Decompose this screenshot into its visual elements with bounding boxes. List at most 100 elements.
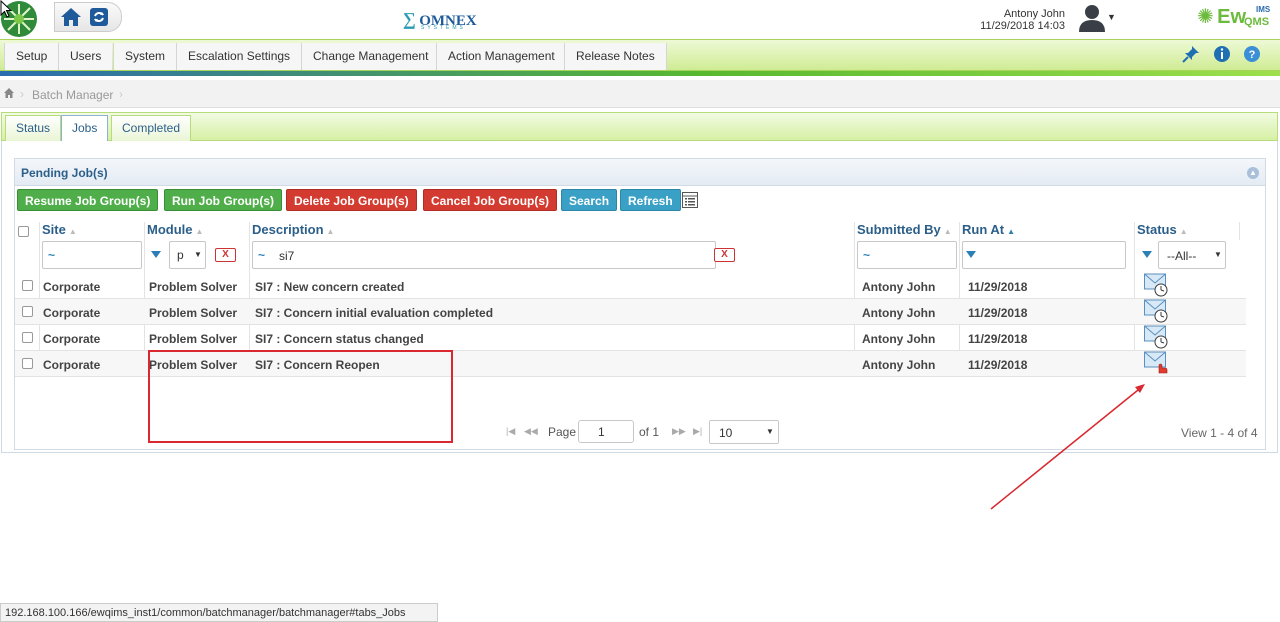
page-label: Page xyxy=(548,425,577,439)
tab-jobs[interactable]: Jobs xyxy=(61,115,109,141)
select-all-checkbox[interactable] xyxy=(18,226,29,237)
module-filter-select[interactable]: p ▼ xyxy=(169,241,206,269)
cell-site: Corporate xyxy=(43,306,101,320)
column-header-submitted-by[interactable]: Submitted By ▲ xyxy=(857,222,952,240)
status-filter-funnel-icon[interactable] xyxy=(1142,251,1152,258)
user-info: Antony John 11/29/2018 14:03 xyxy=(960,8,1065,32)
cell-run-at: 11/29/2018 xyxy=(968,306,1028,320)
pin-icon[interactable] xyxy=(1182,45,1200,63)
cancel-job-group-button[interactable]: Cancel Job Group(s) xyxy=(423,189,558,211)
run-at-filter-input[interactable] xyxy=(962,241,1126,269)
last-page-icon[interactable]: ▶| xyxy=(693,426,702,437)
menu-system[interactable]: System xyxy=(113,43,177,70)
description-filter-value: si7 xyxy=(279,249,295,263)
refresh-button[interactable]: Refresh xyxy=(620,189,681,211)
column-chooser-icon[interactable] xyxy=(682,192,698,211)
chevron-down-icon: ▼ xyxy=(194,250,202,259)
menu-action-management[interactable]: Action Management xyxy=(436,43,566,70)
scheduled-mail-icon[interactable] xyxy=(1144,325,1168,349)
column-header-run-at-label: Run At xyxy=(962,222,1005,237)
module-filter-value: p xyxy=(177,248,184,262)
row-checkbox[interactable] xyxy=(22,358,33,369)
menu-users[interactable]: Users xyxy=(58,43,113,70)
breadcrumb-home-icon[interactable] xyxy=(3,87,15,102)
delete-job-group-button[interactable]: Delete Job Group(s) xyxy=(286,189,417,211)
module-filter-clear-button[interactable]: X xyxy=(215,248,236,262)
scheduled-mail-icon[interactable] xyxy=(1144,351,1168,375)
menu-change-management[interactable]: Change Management xyxy=(301,43,440,70)
table-row[interactable]: Corporate Problem Solver SI7 : Concern i… xyxy=(15,299,1246,325)
row-checkbox[interactable] xyxy=(22,280,33,291)
column-header-description-label: Description xyxy=(252,222,324,237)
next-page-icon[interactable]: ▶▶ xyxy=(672,426,686,437)
refresh-icon[interactable] xyxy=(89,7,109,30)
column-divider xyxy=(1239,222,1240,240)
filter-operator: ~ xyxy=(258,248,266,262)
scheduled-mail-icon[interactable] xyxy=(1144,299,1168,323)
prev-page-icon[interactable]: ◀◀ xyxy=(524,426,538,437)
menu-release-notes[interactable]: Release Notes xyxy=(564,43,667,70)
tabs-bar: Status Jobs Completed xyxy=(1,112,1278,141)
submitted-by-filter-input[interactable]: ~ xyxy=(857,241,957,269)
cell-site: Corporate xyxy=(43,358,101,372)
collapse-icon[interactable]: ▲ xyxy=(1247,167,1259,179)
column-header-run-at[interactable]: Run At ▲ xyxy=(962,222,1015,240)
row-checkbox[interactable] xyxy=(22,306,33,317)
rows-per-page-value: 10 xyxy=(719,426,733,440)
user-avatar-icon[interactable] xyxy=(1078,2,1106,32)
filter-operator: ~ xyxy=(48,248,56,262)
description-filter-clear-button[interactable]: X xyxy=(714,248,735,262)
first-page-icon[interactable]: |◀ xyxy=(506,426,515,437)
cell-submitted-by: Antony John xyxy=(862,358,936,372)
info-icon[interactable] xyxy=(1213,45,1231,63)
page-count-label: of 1 xyxy=(639,425,660,439)
svg-text:?: ? xyxy=(1249,49,1256,61)
tab-completed[interactable]: Completed xyxy=(111,115,192,141)
page-number-input[interactable]: 1 xyxy=(578,420,634,443)
search-button[interactable]: Search xyxy=(561,189,618,211)
table-row[interactable]: Corporate Problem Solver SI7 : New conce… xyxy=(15,273,1246,299)
breadcrumb-separator: › xyxy=(20,87,24,101)
module-filter-funnel-icon[interactable] xyxy=(151,251,161,258)
status-filter-select[interactable]: --All-- ▼ xyxy=(1158,241,1226,269)
column-header-module-label: Module xyxy=(147,222,193,237)
tab-status[interactable]: Status xyxy=(5,115,62,141)
site-filter-input[interactable]: ~ xyxy=(42,241,142,269)
cell-submitted-by: Antony John xyxy=(862,332,936,346)
run-job-group-button[interactable]: Run Job Group(s) xyxy=(164,189,282,211)
cell-module: Problem Solver xyxy=(149,306,238,320)
breadcrumb-separator: › xyxy=(119,87,123,101)
column-header-site[interactable]: Site ▲ xyxy=(42,222,77,240)
sort-icon: ▲ xyxy=(1007,227,1016,236)
grid-title: Pending Job(s) xyxy=(21,166,108,180)
cell-description: SI7 : Concern initial evaluation complet… xyxy=(255,306,494,320)
top-bar: ∑ OMNEX SYSTEMS Antony John 11/29/2018 1… xyxy=(0,0,1280,38)
ewqims-logo-subtext: QMS xyxy=(1244,16,1270,28)
column-header-status[interactable]: Status ▲ xyxy=(1137,222,1188,240)
user-menu-caret-icon[interactable]: ▼ xyxy=(1107,12,1116,22)
cell-module: Problem Solver xyxy=(149,332,238,346)
column-header-module[interactable]: Module ▲ xyxy=(147,222,203,240)
sort-icon: ▲ xyxy=(943,227,952,236)
resume-job-group-button[interactable]: Resume Job Group(s) xyxy=(17,189,159,211)
description-filter-input[interactable]: ~ si7 xyxy=(252,241,716,269)
cell-module: Problem Solver xyxy=(149,280,238,294)
home-icon[interactable] xyxy=(60,7,82,30)
cell-run-at: 11/29/2018 xyxy=(968,280,1028,294)
ewqims-logo-icon: ✺ xyxy=(1197,6,1214,28)
run-at-filter-funnel-icon[interactable] xyxy=(966,251,976,258)
help-icon[interactable]: ? xyxy=(1243,45,1261,63)
table-row[interactable]: Corporate Problem Solver SI7 : Concern s… xyxy=(15,325,1246,351)
scheduled-mail-icon[interactable] xyxy=(1144,273,1168,297)
grid-title-bar: Pending Job(s) ▲ xyxy=(15,159,1265,186)
sort-icon: ▲ xyxy=(195,227,204,236)
row-checkbox[interactable] xyxy=(22,332,33,343)
breadcrumb: › Batch Manager › xyxy=(0,80,1280,108)
sort-icon: ▲ xyxy=(1179,227,1188,236)
menu-escalation-settings[interactable]: Escalation Settings xyxy=(176,43,302,70)
menu-setup[interactable]: Setup xyxy=(4,43,59,70)
cell-submitted-by: Antony John xyxy=(862,306,936,320)
rows-per-page-select[interactable]: 10 ▼ xyxy=(709,420,779,444)
column-header-description[interactable]: Description ▲ xyxy=(252,222,334,240)
chevron-down-icon: ▼ xyxy=(1214,250,1222,259)
